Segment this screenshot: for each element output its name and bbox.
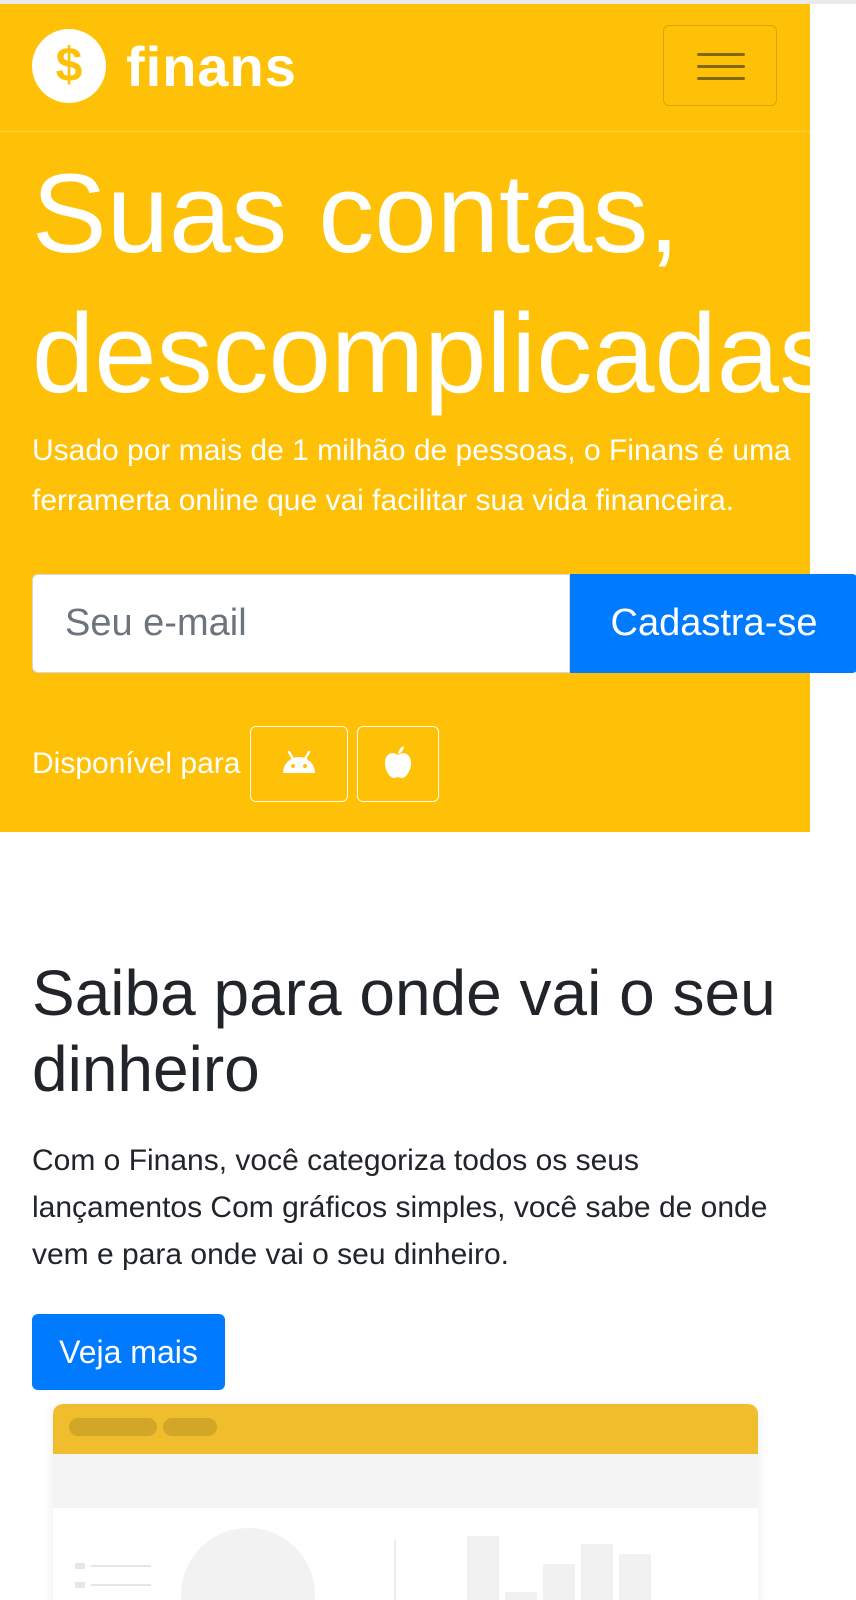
brand-logo[interactable]: $ finans bbox=[32, 29, 297, 103]
mockup-bar bbox=[581, 1544, 613, 1600]
section-text: Com o Finans, você categoriza todos os s… bbox=[32, 1144, 768, 1271]
brand-name: finans bbox=[126, 34, 297, 98]
hamburger-menu-icon[interactable] bbox=[663, 25, 777, 106]
mockup-header bbox=[53, 1404, 758, 1454]
mockup-bar bbox=[543, 1564, 575, 1600]
hero-title-line1: Suas contas, bbox=[32, 151, 680, 276]
mockup-pie bbox=[181, 1528, 315, 1600]
hero-section: $ finans Suas contas, descomplicadas Usa… bbox=[0, 4, 810, 832]
hero-title: Suas contas, descomplicadas bbox=[32, 144, 810, 424]
dashboard-mockup-image bbox=[53, 1404, 758, 1600]
section-title: Saiba para onde vai o seu dinheiro bbox=[32, 957, 776, 1105]
android-icon bbox=[280, 749, 318, 780]
available-platforms: Disponível para bbox=[32, 724, 448, 804]
mockup-bar bbox=[619, 1554, 651, 1600]
mockup-divider bbox=[394, 1540, 396, 1600]
apple-icon bbox=[383, 745, 413, 784]
signup-button[interactable]: Cadastra-se bbox=[570, 574, 856, 673]
mockup-line bbox=[91, 1584, 151, 1586]
dollar-icon: $ bbox=[32, 29, 106, 103]
mockup-line bbox=[91, 1565, 151, 1567]
available-label: Disponível para bbox=[32, 747, 241, 780]
mockup-pill bbox=[69, 1418, 157, 1436]
see-more-button[interactable]: Veja mais bbox=[32, 1314, 225, 1390]
email-input[interactable] bbox=[32, 574, 570, 673]
navbar: $ finans bbox=[0, 4, 810, 132]
mockup-bar bbox=[467, 1536, 499, 1600]
android-button[interactable] bbox=[250, 726, 349, 802]
mockup-dot bbox=[75, 1582, 85, 1588]
features-section: Saiba para onde vai o seu dinheiro Com o… bbox=[32, 955, 812, 1278]
hero-subtitle: Usado por mais de 1 milhão de pessoas, o… bbox=[32, 434, 791, 517]
mockup-dot bbox=[75, 1563, 85, 1569]
hero-title-line2: descomplicadas bbox=[32, 291, 810, 416]
mockup-bar bbox=[505, 1592, 537, 1600]
signup-form: Cadastra-se bbox=[32, 574, 856, 673]
mockup-subheader bbox=[53, 1454, 758, 1508]
apple-button[interactable] bbox=[357, 726, 440, 802]
mockup-pill bbox=[163, 1418, 217, 1436]
